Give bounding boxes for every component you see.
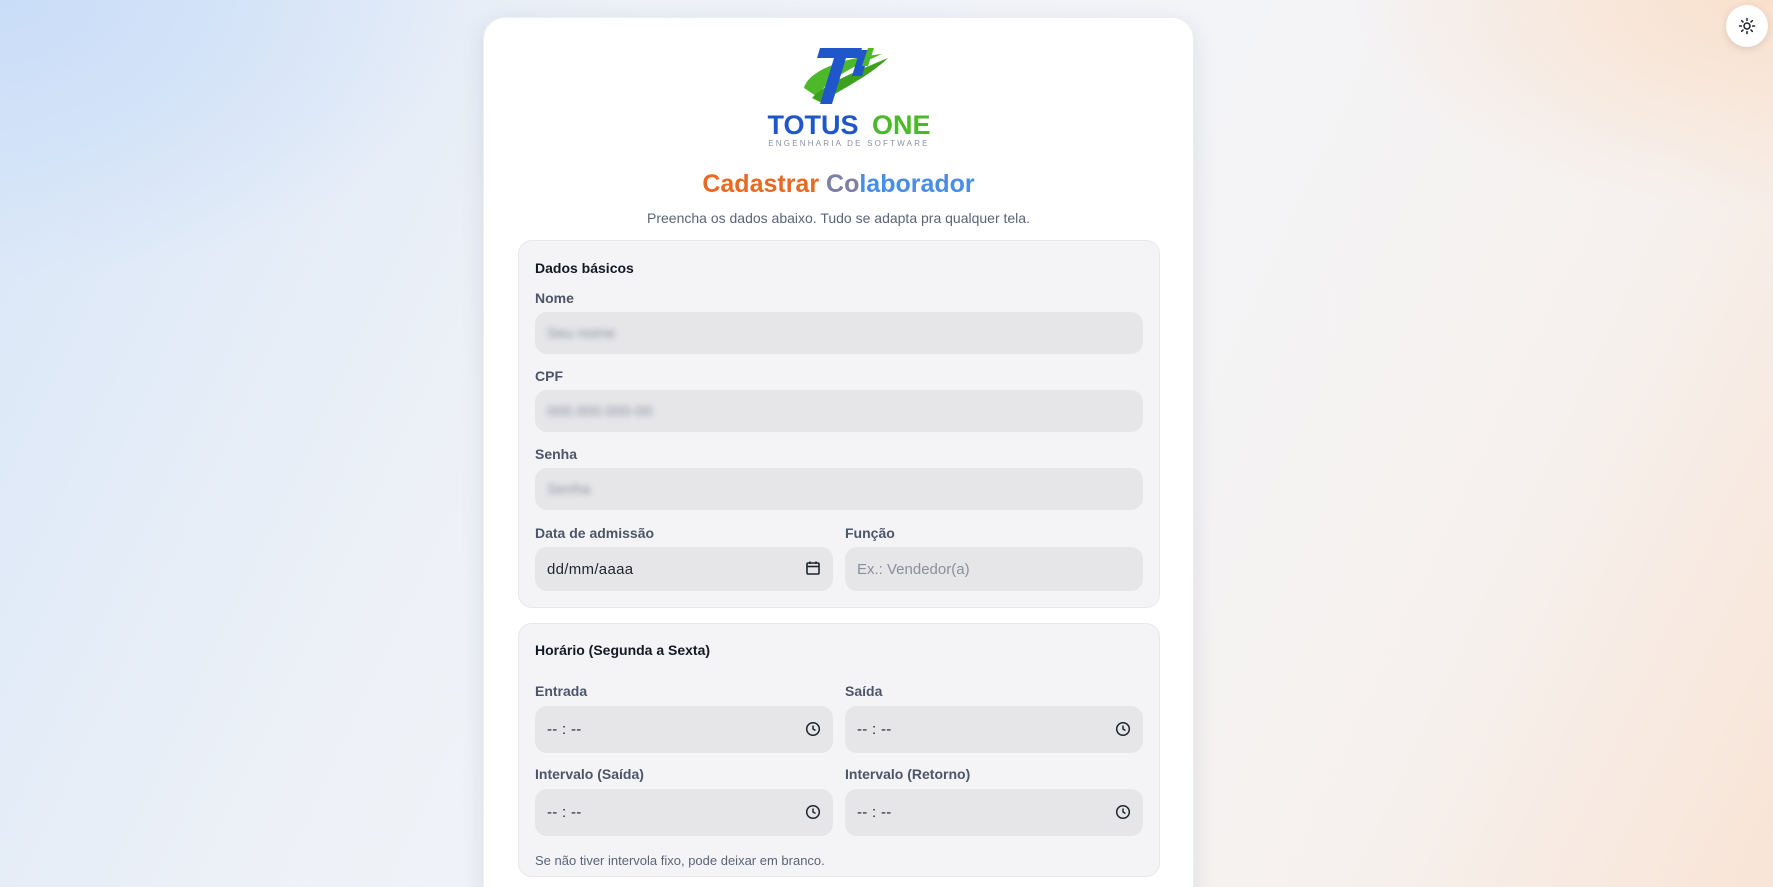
page-title: Cadastrar Colaborador bbox=[484, 170, 1193, 199]
funcao-placeholder: Ex.: Vendedor(a) bbox=[857, 560, 970, 578]
schedule-title: Horário (Segunda a Sexta) bbox=[535, 642, 711, 658]
clock-icon[interactable] bbox=[1115, 721, 1131, 737]
totus-one-logo: TOTUS ONE ENGENHARIA DE SOFTWARE bbox=[767, 48, 931, 148]
intervalo-retorno-placeholder: -- : -- bbox=[857, 804, 892, 821]
senha-placeholder: Senha bbox=[547, 480, 591, 498]
intervalo-saida-placeholder: -- : -- bbox=[547, 804, 582, 821]
admissao-date-input[interactable]: dd/mm/aaaa bbox=[535, 547, 833, 591]
calendar-icon[interactable] bbox=[805, 560, 821, 576]
nome-placeholder: Seu nome bbox=[547, 324, 616, 342]
cpf-label: CPF bbox=[535, 368, 563, 384]
entrada-placeholder: -- : -- bbox=[547, 721, 582, 738]
clock-icon[interactable] bbox=[805, 721, 821, 737]
svg-text:TOTUS ONE: TOTUS ONE bbox=[767, 110, 930, 140]
title-part2: Co bbox=[826, 170, 860, 198]
schedule-section: Horário (Segunda a Sexta) Entrada -- : -… bbox=[518, 623, 1160, 877]
cpf-placeholder: 000.000.000-00 bbox=[547, 402, 653, 420]
title-part1: Cadastrar bbox=[702, 170, 820, 198]
funcao-label: Função bbox=[845, 525, 895, 541]
registration-card: TOTUS ONE ENGENHARIA DE SOFTWARE Cadastr… bbox=[483, 17, 1194, 887]
saida-time-input[interactable]: -- : -- bbox=[845, 706, 1143, 753]
basic-data-section: Dados básicos Nome Seu nome CPF 000.000.… bbox=[518, 240, 1160, 608]
intervalo-retorno-time-input[interactable]: -- : -- bbox=[845, 789, 1143, 836]
intervalo-retorno-label: Intervalo (Retorno) bbox=[845, 766, 971, 782]
brand-tagline: ENGENHARIA DE SOFTWARE bbox=[768, 139, 929, 148]
senha-label: Senha bbox=[535, 446, 578, 462]
admissao-label: Data de admissão bbox=[535, 525, 655, 541]
nome-label: Nome bbox=[535, 290, 574, 306]
brand-name-part1: TOTUS bbox=[767, 110, 858, 140]
nome-input[interactable]: Seu nome bbox=[535, 312, 1143, 354]
brand-name-part2: ONE bbox=[872, 110, 931, 140]
sun-icon bbox=[1738, 17, 1756, 35]
clock-icon[interactable] bbox=[1115, 804, 1131, 820]
intervalo-saida-time-input[interactable]: -- : -- bbox=[535, 789, 833, 836]
cpf-input[interactable]: 000.000.000-00 bbox=[535, 390, 1143, 432]
entrada-time-input[interactable]: -- : -- bbox=[535, 706, 833, 753]
interval-note: Se não tiver intervola fixo, pode deixar… bbox=[535, 853, 825, 868]
funcao-input[interactable]: Ex.: Vendedor(a) bbox=[845, 547, 1143, 591]
saida-label: Saída bbox=[845, 683, 883, 699]
admissao-value: dd/mm/aaaa bbox=[547, 560, 634, 578]
title-part3: laborador bbox=[859, 170, 975, 198]
basic-data-title: Dados básicos bbox=[535, 260, 634, 276]
page-subtitle: Preencha os dados abaixo. Tudo se adapta… bbox=[647, 210, 1030, 226]
senha-input[interactable]: Senha bbox=[535, 468, 1143, 510]
intervalo-saida-label: Intervalo (Saída) bbox=[535, 766, 644, 782]
clock-icon[interactable] bbox=[805, 804, 821, 820]
entrada-label: Entrada bbox=[535, 683, 588, 699]
saida-placeholder: -- : -- bbox=[857, 721, 892, 738]
theme-toggle-button[interactable] bbox=[1726, 5, 1768, 47]
